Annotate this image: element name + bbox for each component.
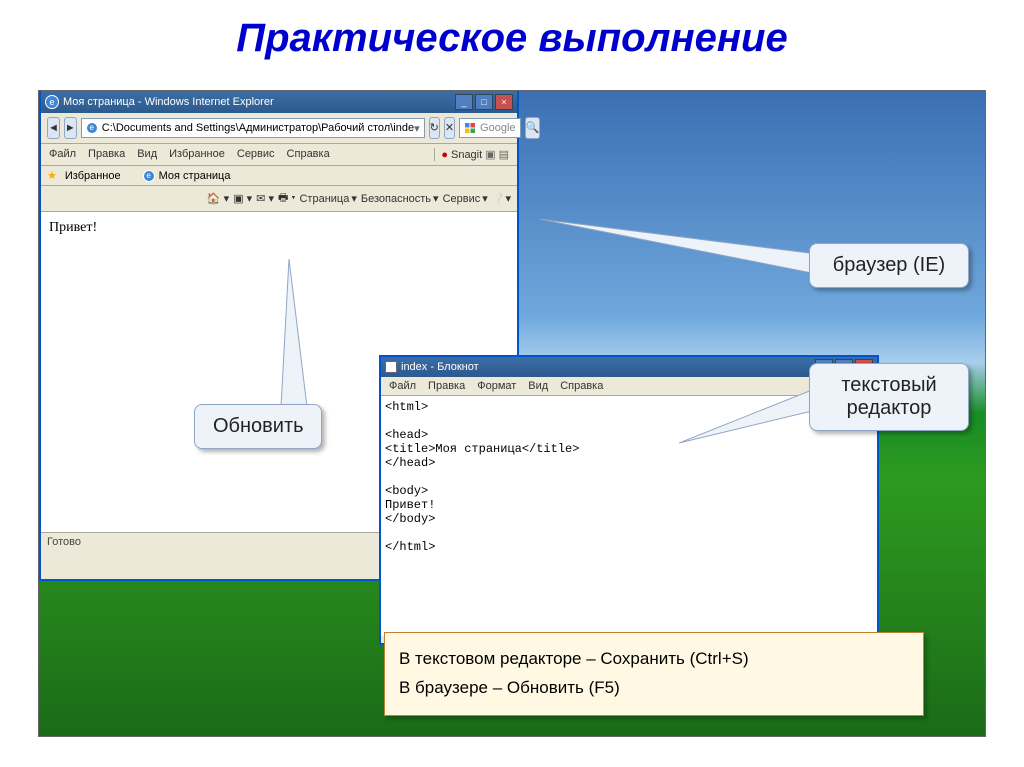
callout-editor: текстовый редактор [809,363,969,431]
active-tab[interactable]: Моя страница [159,170,231,182]
search-placeholder: Google [480,122,515,134]
home-button[interactable]: 🏠 ▾ [207,192,229,205]
google-icon [464,122,476,134]
dropdown-icon[interactable]: ▾ [414,122,420,135]
snagit-icon: ● [441,149,448,161]
mail-button[interactable]: ✉ ▾ [256,192,274,205]
stop-button[interactable]: ✕ [444,117,455,139]
menu-edit[interactable]: Правка [88,148,125,161]
notepad-title-text: index - Блокнот [401,361,479,373]
ie-favorites-bar: ★ Избранное e Моя страница [41,166,517,186]
callout-editor-line2: редактор [847,397,932,419]
snagit-toolbar[interactable]: ● Snagit ▣ ▤ [434,148,509,161]
menu-favorites[interactable]: Избранное [169,148,225,161]
ie-command-bar: 🏠 ▾ ▣ ▾ ✉ ▾ 🖶 ▾ Страница ▾ Безопасность … [41,186,517,212]
minimize-button[interactable]: _ [455,94,473,110]
ie-titlebar[interactable]: e Моя страница - Windows Internet Explor… [41,91,517,113]
maximize-button[interactable]: □ [475,94,493,110]
ie-address-bar: ◄ ► e C:\Documents and Settings\Админист… [41,113,517,144]
callout-refresh: Обновить [194,404,322,449]
notepad-icon [385,361,397,373]
info-line2: В браузере – Обновить (F5) [399,674,909,703]
tab-icon: e [143,170,155,182]
search-go-button[interactable]: 🔍 [525,117,541,139]
callout-browser: браузер (IE) [809,243,969,288]
feeds-button[interactable]: ▣ ▾ [233,192,252,205]
np-menu-format[interactable]: Формат [477,380,516,392]
np-menu-file[interactable]: Файл [389,380,416,392]
menu-view[interactable]: Вид [137,148,157,161]
print-button[interactable]: 🖶 ▾ [278,189,296,208]
forward-button[interactable]: ► [64,117,77,139]
menu-file[interactable]: Файл [49,148,76,161]
help-button[interactable]: ❔▾ [492,192,511,205]
page-body-text: Привет! [49,220,97,235]
menu-help[interactable]: Справка [287,148,330,161]
callout-editor-line1: текстовый [841,374,936,396]
status-text: Готово [47,536,81,548]
page-menu[interactable]: Страница ▾ [299,192,356,205]
close-button[interactable]: × [495,94,513,110]
security-menu[interactable]: Безопасность ▾ [361,192,439,205]
search-input[interactable]: Google [459,118,520,138]
menu-service[interactable]: Сервис [237,148,275,161]
favorites-label[interactable]: Избранное [65,170,121,182]
refresh-button[interactable]: ↻ [429,117,440,139]
address-input[interactable]: e C:\Documents and Settings\Администрато… [81,118,425,138]
np-menu-view[interactable]: Вид [528,380,548,392]
address-text: C:\Documents and Settings\Администратор\… [102,122,414,134]
back-button[interactable]: ◄ [47,117,60,139]
np-menu-help[interactable]: Справка [560,380,603,392]
page-icon: e [86,122,98,134]
ie-title-text: Моя страница - Windows Internet Explorer [63,96,274,108]
snagit-window-icon: ▣ [485,148,495,161]
info-box: В текстовом редакторе – Сохранить (Ctrl+… [384,632,924,716]
callout-browser-tail [539,219,819,279]
snagit-scroll-icon: ▤ [499,148,509,161]
ie-menubar: Файл Правка Вид Избранное Сервис Справка… [41,144,517,166]
slide-title: Практическое выполнение [0,0,1024,71]
service-menu[interactable]: Сервис ▾ [443,192,488,205]
callout-browser-text: браузер (IE) [833,254,945,276]
window-controls: _ □ × [455,94,513,110]
desktop-background: e Моя страница - Windows Internet Explor… [38,90,986,737]
info-line1: В текстовом редакторе – Сохранить (Ctrl+… [399,645,909,674]
ie-icon: e [45,95,59,109]
callout-refresh-text: Обновить [213,415,304,437]
np-menu-edit[interactable]: Правка [428,380,465,392]
callout-refresh-tail [279,259,309,409]
snagit-label: Snagit [451,149,482,161]
favorites-star-icon[interactable]: ★ [47,169,57,182]
